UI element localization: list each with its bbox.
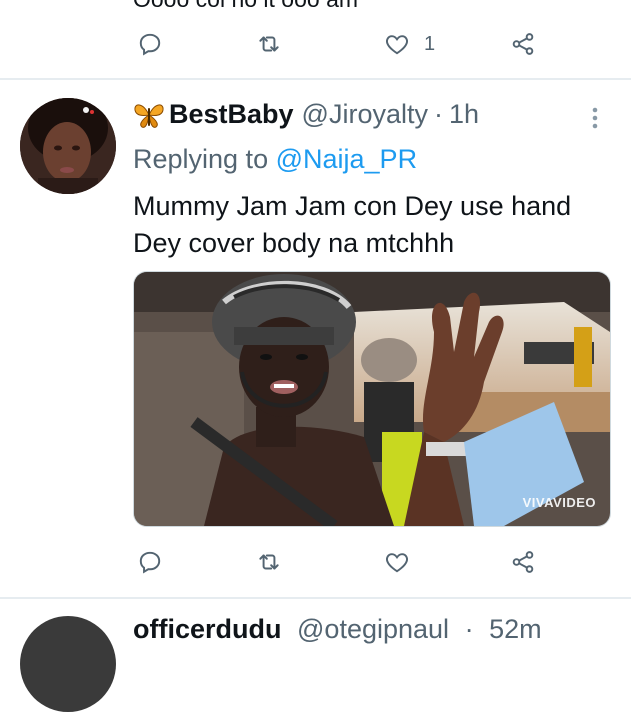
heart-icon <box>386 35 408 55</box>
separator-dot: · <box>433 99 443 129</box>
share-button[interactable] <box>510 542 536 582</box>
tweet-media[interactable]: VIVAVIDEO <box>133 271 611 527</box>
butterfly-emoji-icon <box>134 104 164 128</box>
tweet-timestamp[interactable]: 1h <box>449 99 479 130</box>
tweet-header: BestBaby @Jiroyalty · 1h <box>133 99 479 130</box>
like-button[interactable]: 1 <box>384 24 435 64</box>
next-tweet-avatar[interactable] <box>20 616 116 712</box>
share-button[interactable] <box>510 24 536 64</box>
retweet-icon <box>259 36 279 52</box>
reply-button[interactable] <box>137 542 163 582</box>
share-icon <box>512 551 534 573</box>
heart-icon <box>386 553 408 573</box>
replying-to: Replying to @Naija_PR <box>133 144 417 175</box>
more-options-button[interactable] <box>588 106 602 130</box>
next-user-handle[interactable]: @otegipnaul <box>297 614 449 644</box>
more-vertical-icon <box>592 107 598 129</box>
avatar[interactable] <box>20 98 116 194</box>
tweet-divider <box>0 597 631 599</box>
like-button[interactable] <box>384 542 410 582</box>
display-name[interactable]: BestBaby <box>169 99 294 130</box>
previous-tweet-text: Oooo coi no it ooo am <box>133 0 358 13</box>
tweet-actions <box>0 542 631 582</box>
replying-to-label: Replying to <box>133 144 269 174</box>
retweet-icon <box>259 554 279 570</box>
reply-button[interactable] <box>137 24 163 64</box>
previous-tweet-actions: 1 <box>0 24 631 64</box>
tweet-divider <box>0 78 631 80</box>
like-count: 1 <box>424 32 436 55</box>
reply-icon <box>139 551 161 574</box>
retweet-button[interactable] <box>256 542 282 582</box>
next-display-name[interactable]: officerdudu <box>133 614 282 644</box>
replying-to-mention[interactable]: @Naija_PR <box>276 144 417 174</box>
next-tweet-timestamp[interactable]: 52m <box>489 614 542 644</box>
user-handle[interactable]: @Jiroyalty <box>302 99 428 130</box>
retweet-button[interactable] <box>256 24 282 64</box>
tweet-text: Mummy Jam Jam con Dey use hand Dey cover… <box>133 191 572 258</box>
reply-icon <box>139 33 161 56</box>
next-separator-dot: · <box>464 614 474 644</box>
share-icon <box>512 33 534 55</box>
media-watermark: VIVAVIDEO <box>522 495 596 510</box>
